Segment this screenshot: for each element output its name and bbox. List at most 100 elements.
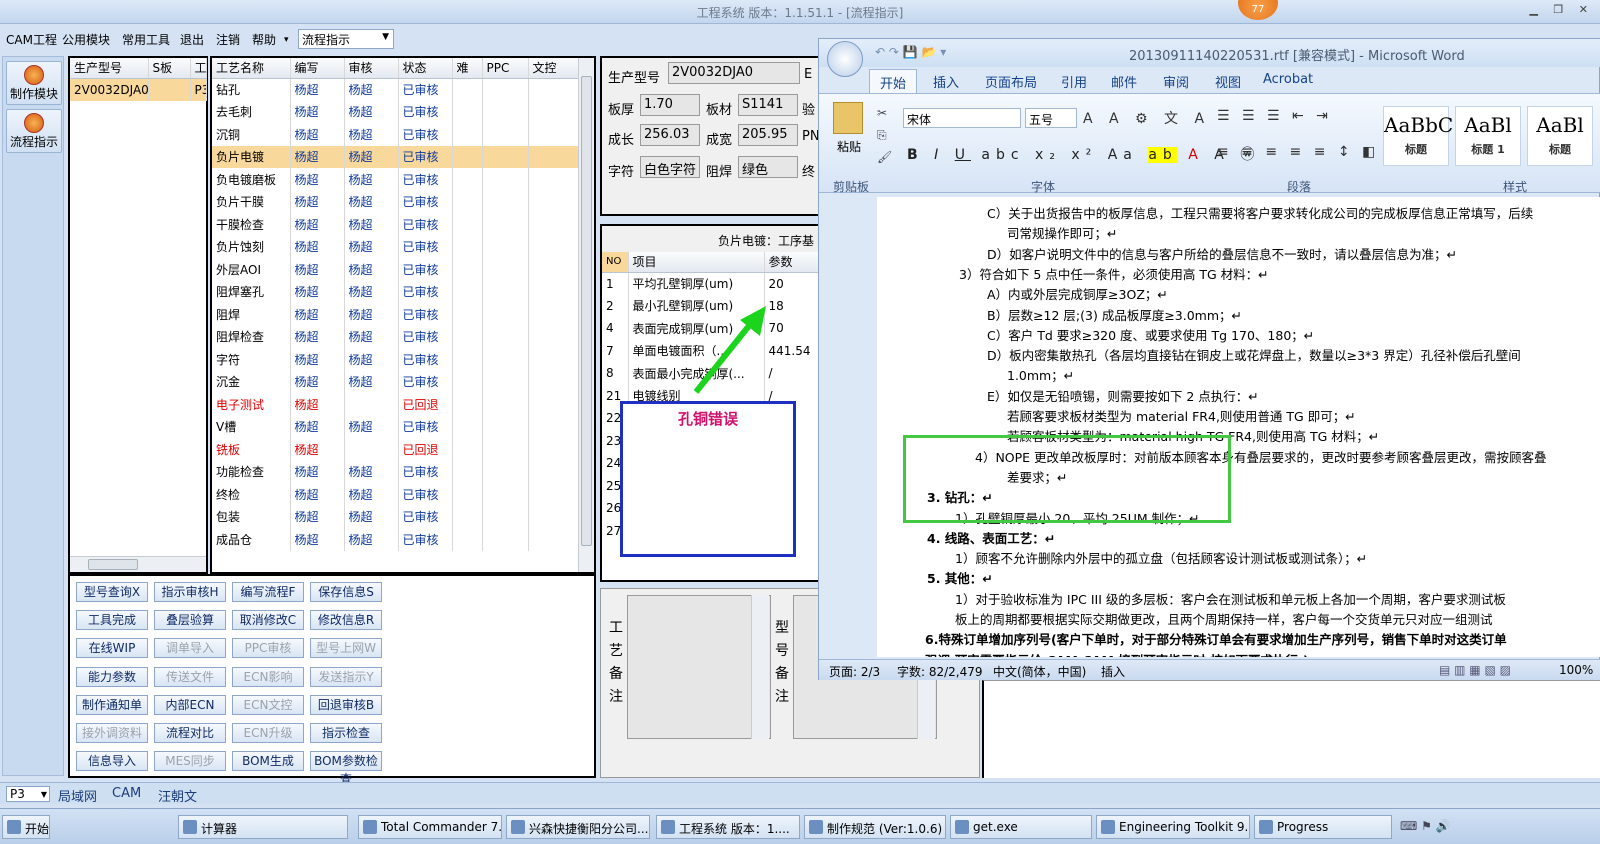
action-button[interactable]: 型号查询X xyxy=(76,582,148,602)
table-row[interactable]: 2V0032DJA0 P3 xyxy=(70,78,207,101)
taskbar-item[interactable]: Total Commander 7.0 ... xyxy=(358,815,502,839)
paste-icon[interactable] xyxy=(833,102,863,134)
view-icons[interactable]: ▤ ▥ ▦ ▧ ▨ xyxy=(1439,663,1511,677)
table-row[interactable]: 包装 杨超 杨超 已审核 xyxy=(212,505,579,528)
col-writer[interactable]: 编写 xyxy=(290,58,345,79)
col-no[interactable]: NO xyxy=(602,252,629,273)
process-notes-field[interactable] xyxy=(627,595,771,739)
col-s-board[interactable]: S板 xyxy=(148,58,191,79)
status-page[interactable]: 页面: 2/3 xyxy=(829,663,880,680)
action-button[interactable]: 内部ECN xyxy=(154,694,226,715)
width-field[interactable]: 205.95 xyxy=(738,124,798,146)
table-row[interactable]: 1 平均孔壁铜厚(um) 20 xyxy=(602,272,819,295)
table-row[interactable]: 沉金 杨超 杨超 已审核 xyxy=(212,370,579,393)
length-field[interactable]: 256.03 xyxy=(640,124,700,146)
action-button[interactable]: 修改信息R xyxy=(310,610,382,631)
action-button[interactable]: 传送文件 xyxy=(154,666,226,687)
menu-cam[interactable]: CAM工程 xyxy=(6,31,57,48)
action-button[interactable]: 能力参数 xyxy=(76,666,148,687)
col-status[interactable]: 状态 xyxy=(398,58,453,79)
tab-acrobat[interactable]: Acrobat xyxy=(1263,72,1313,87)
action-button[interactable]: 接外调资料 xyxy=(76,723,148,743)
col-model[interactable]: 生产型号 xyxy=(70,58,149,79)
col-item[interactable]: 项目 xyxy=(628,252,765,273)
action-button[interactable]: 编写流程F xyxy=(232,582,304,602)
font-name-select[interactable]: 宋体 xyxy=(903,108,1021,128)
status-language[interactable]: 中文(简体，中国) xyxy=(993,663,1086,680)
action-button[interactable]: ECN影响 xyxy=(232,666,304,687)
table-row[interactable]: 负片电镀 杨超 杨超 已审核 xyxy=(212,145,579,168)
taskbar-item[interactable]: Engineering Toolkit 9.... xyxy=(1096,815,1250,839)
table-row[interactable]: 阻焊检查 杨超 杨超 已审核 xyxy=(212,325,579,348)
tab-mailings[interactable]: 邮件 xyxy=(1111,72,1137,91)
col-difficulty[interactable]: 难 xyxy=(452,58,483,79)
table-row[interactable]: 阻焊 杨超 杨超 已审核 xyxy=(212,303,579,326)
action-button[interactable]: 信息导入 xyxy=(76,751,148,772)
soldermask-field[interactable]: 绿色 xyxy=(738,156,798,178)
col-process-name[interactable]: 工艺名称 xyxy=(212,58,291,79)
tab-home[interactable]: 开始 xyxy=(869,69,918,95)
model-field[interactable]: 2V0032DJA0 xyxy=(668,62,800,84)
table-row[interactable]: 干膜检查 杨超 杨超 已审核 xyxy=(212,213,579,236)
tab-view[interactable]: 视图 xyxy=(1215,72,1241,91)
menu-exit[interactable]: 退出 xyxy=(180,31,204,48)
menu-common-modules[interactable]: 公用模块 xyxy=(62,31,110,48)
action-button[interactable]: BOM生成 xyxy=(232,751,304,772)
make-module-button[interactable]: 制作模块 xyxy=(6,61,62,105)
table-row[interactable]: 电子测试 杨超 已回退 xyxy=(212,393,579,416)
action-button[interactable]: 工具完成 xyxy=(76,610,148,631)
action-button[interactable]: MES同步 xyxy=(154,751,226,772)
table-row[interactable]: 终检 杨超 杨超 已审核 xyxy=(212,483,579,506)
action-button[interactable]: 流程对比 xyxy=(154,723,226,743)
format-icons[interactable]: B I U abc x₂ x² Aa ab A A ⓦ xyxy=(907,144,1260,164)
tab-page-layout[interactable]: 页面布局 xyxy=(985,72,1037,91)
flow-select[interactable]: 流程指示 ▼ xyxy=(298,29,394,49)
style-heading1[interactable]: AaBl 标题 1 xyxy=(1455,106,1521,166)
taskbar-item[interactable]: get.exe xyxy=(950,815,1092,839)
action-button[interactable]: 取消修改C xyxy=(232,610,304,631)
quick-access-icons[interactable]: ↶ ↷ 💾 📂 ▾ xyxy=(875,45,946,59)
action-button[interactable]: 调单导入 xyxy=(154,638,226,659)
menu-tools[interactable]: 常用工具 xyxy=(122,31,170,48)
scroll-thumb[interactable] xyxy=(88,559,138,570)
table-row[interactable]: 负电镀磨板 杨超 杨超 已审核 xyxy=(212,168,579,191)
action-button[interactable]: ECN升级 xyxy=(232,723,304,743)
taskbar-item[interactable]: 工程系统 版本：1.... xyxy=(656,815,800,839)
list-icons[interactable]: ☰ ☰ ☰ ⇤ ⇥ xyxy=(1217,108,1332,124)
material-field[interactable]: S1141 xyxy=(738,94,798,116)
flow-indicator-button[interactable]: 流程指示 xyxy=(6,109,62,153)
action-button[interactable]: 制作通知单 xyxy=(76,694,148,715)
tab-references[interactable]: 引用 xyxy=(1061,72,1087,91)
style-title[interactable]: AaBbC 标题 xyxy=(1383,106,1453,166)
window-controls[interactable]: ▁ ❐ ✕ xyxy=(1529,3,1594,16)
menu-help[interactable]: 帮助 xyxy=(252,31,276,48)
status-words[interactable]: 字数: 82/2,479 xyxy=(897,663,983,680)
taskbar-item[interactable]: Progress xyxy=(1254,815,1392,839)
tab-review[interactable]: 审阅 xyxy=(1163,72,1189,91)
action-button[interactable]: PPC审核 xyxy=(232,638,304,659)
action-button[interactable]: 发送指示Y xyxy=(310,666,382,687)
tray-icons[interactable]: ⌨ ⚑ 🔊 xyxy=(1400,819,1451,833)
table-row[interactable]: 钻孔 杨超 杨超 已审核 xyxy=(212,78,579,101)
action-button[interactable]: 保存信息S xyxy=(310,582,382,602)
action-button[interactable]: ECN文控 xyxy=(232,694,304,715)
table-row[interactable]: 负片干膜 杨超 杨超 已审核 xyxy=(212,190,579,213)
table-row[interactable]: 负片蚀刻 杨超 杨超 已审核 xyxy=(212,235,579,258)
style-heading[interactable]: AaBl 标题 xyxy=(1527,106,1593,166)
table-row[interactable]: 阻焊塞孔 杨超 杨超 已审核 xyxy=(212,280,579,303)
tab-user[interactable]: 汪朝文 xyxy=(158,786,197,805)
taskbar-item[interactable]: 制作规范 (Ver:1.0.6) xyxy=(804,815,946,839)
start-button[interactable]: 开始 xyxy=(2,815,50,839)
action-button[interactable]: 指示检查 xyxy=(310,723,382,743)
vertical-scrollbar[interactable] xyxy=(751,595,769,739)
station-select[interactable]: P3 ▼ xyxy=(6,786,50,802)
status-insert-mode[interactable]: 插入 xyxy=(1101,663,1125,680)
menu-logout[interactable]: 注销 xyxy=(216,31,240,48)
tab-cam[interactable]: CAM xyxy=(112,786,141,801)
action-button[interactable]: BOM参数检查 xyxy=(310,751,382,786)
col-reviewer[interactable]: 审核 xyxy=(344,58,399,79)
table-row[interactable]: 外层AOI 杨超 杨超 已审核 xyxy=(212,258,579,281)
action-button[interactable]: 在线WIP xyxy=(76,638,148,659)
menu-overflow-icon[interactable]: ▾ xyxy=(284,35,289,45)
clipboard-icons[interactable]: ✂ ⎘ 🖌 xyxy=(877,102,892,168)
